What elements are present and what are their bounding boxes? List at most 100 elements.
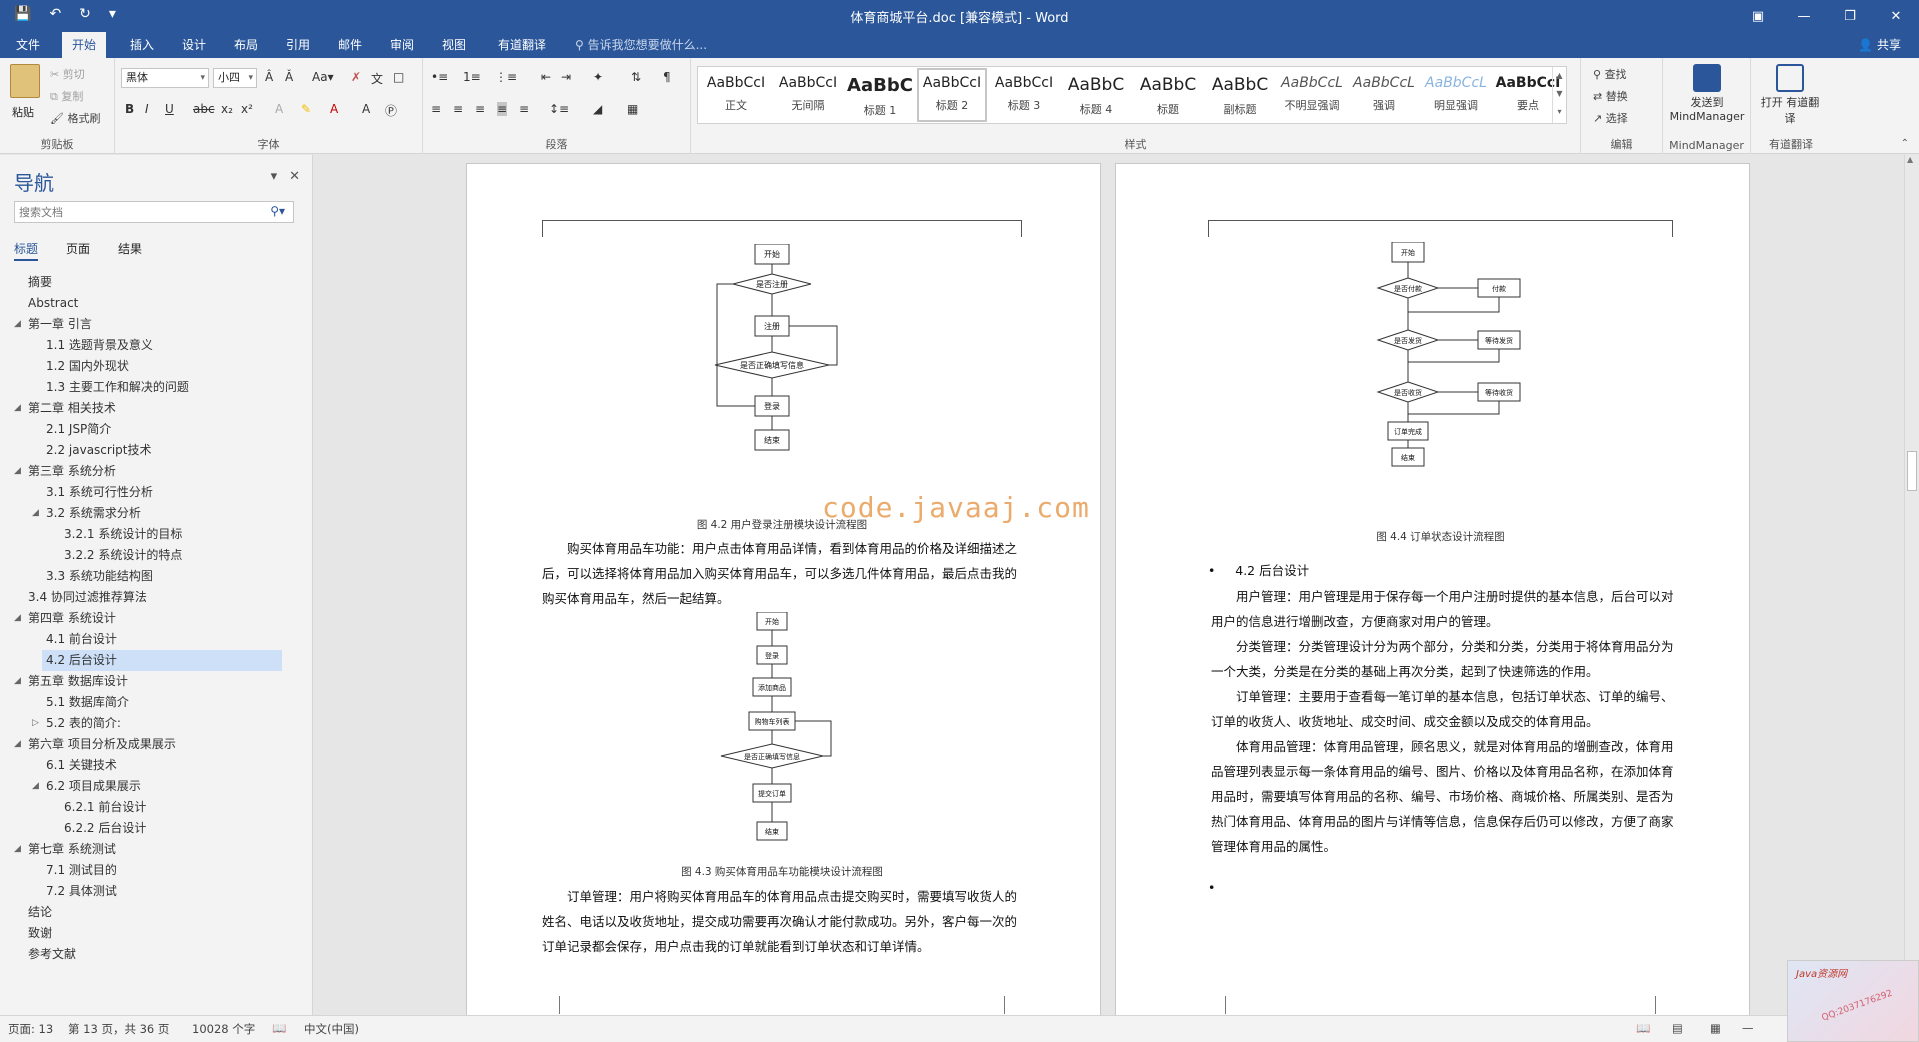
status-word-count[interactable]: 10028 个字	[192, 1021, 255, 1037]
nav-heading-item[interactable]: ◢ 6.2 项目成果展示	[0, 776, 300, 797]
nav-heading-item[interactable]: 3.4 协同过滤推荐算法	[0, 587, 300, 608]
clear-format-icon[interactable]: ✗	[351, 70, 361, 84]
subscript-icon[interactable]: x₂	[221, 102, 233, 116]
align-right-icon[interactable]: ≡	[475, 102, 485, 116]
increase-indent-icon[interactable]: ⇥	[561, 70, 571, 84]
collapse-triangle-icon[interactable]: ◢	[14, 461, 21, 482]
restore-button[interactable]: ❐	[1827, 0, 1873, 32]
paste-button[interactable]: 粘贴	[12, 104, 34, 120]
underline-icon[interactable]: U	[165, 102, 174, 116]
nav-heading-item[interactable]: ▷ 5.2 表的简介:	[0, 713, 300, 734]
tab-design[interactable]: 设计	[172, 32, 216, 58]
tab-youdao[interactable]: 有道翻译	[488, 32, 556, 58]
status-language[interactable]: 中文(中国)	[304, 1021, 359, 1037]
tab-layout[interactable]: 布局	[224, 32, 268, 58]
nav-heading-item[interactable]: 结论	[0, 902, 300, 923]
status-page-count[interactable]: 第 13 页，共 36 页	[68, 1021, 169, 1037]
proofing-icon[interactable]: 📖	[272, 1021, 286, 1035]
send-mindmanager-button[interactable]: 发送到 MindManager	[1665, 58, 1749, 123]
nav-search-input[interactable]	[15, 202, 245, 222]
style-emphasis[interactable]: AaBbCcL 强调	[1348, 67, 1420, 123]
tab-view[interactable]: 视图	[432, 32, 476, 58]
format-painter-button[interactable]: 🖌 格式刷	[50, 110, 100, 126]
read-mode-icon[interactable]: 📖	[1636, 1021, 1650, 1035]
nav-tab-headings[interactable]: 标题	[14, 240, 39, 261]
font-color-icon[interactable]: A	[330, 102, 338, 116]
styles-scroll[interactable]: ▲ ▼ ▾	[1552, 67, 1566, 123]
nav-tab-results[interactable]: 结果	[118, 240, 142, 261]
style-intense-emphasis[interactable]: AaBbCcL 明显强调	[1420, 67, 1492, 123]
justify-icon[interactable]: ≡	[497, 102, 508, 116]
grow-font-icon[interactable]: Â	[265, 70, 273, 84]
font-name-combo[interactable]: 黑体	[121, 68, 209, 88]
nav-heading-item[interactable]: 6.2.2 后台设计	[0, 818, 300, 839]
nav-heading-item[interactable]: 7.2 具体测试	[0, 881, 300, 902]
scroll-thumb[interactable]	[1907, 451, 1917, 491]
nav-heading-item[interactable]: 1.3 主要工作和解决的问题	[0, 377, 300, 398]
tab-home[interactable]: 开始	[62, 32, 107, 58]
superscript-icon[interactable]: x²	[241, 102, 253, 116]
shading-icon[interactable]: ◢	[593, 102, 602, 116]
find-button[interactable]: ⚲ 查找	[1593, 66, 1627, 82]
minimize-button[interactable]: —	[1781, 0, 1827, 32]
align-center-icon[interactable]: ≡	[453, 102, 463, 116]
nav-heading-item[interactable]: 5.1 数据库简介	[0, 692, 300, 713]
nav-options-icon[interactable]: ▾	[271, 169, 278, 184]
nav-heading-item[interactable]: ◢ 第二章 相关技术	[0, 398, 300, 419]
tab-insert[interactable]: 插入	[120, 32, 164, 58]
line-spacing-icon[interactable]: ↕≡	[549, 102, 569, 116]
borders-icon[interactable]: ▦	[627, 102, 638, 116]
style-heading-1[interactable]: AaBbC 标题 1	[844, 67, 916, 123]
numbering-icon[interactable]: 1≡	[463, 70, 481, 84]
nav-heading-item[interactable]: 1.2 国内外现状	[0, 356, 300, 377]
italic-icon[interactable]: I	[145, 102, 149, 116]
char-shading-icon[interactable]: A	[362, 102, 370, 116]
nav-heading-item[interactable]: 1.1 选题背景及意义	[0, 335, 300, 356]
copy-button[interactable]: ⧉ 复制	[50, 88, 83, 104]
nav-heading-item[interactable]: 3.2.2 系统设计的特点	[0, 545, 300, 566]
ribbon-display-icon[interactable]: ▣	[1735, 0, 1781, 32]
nav-heading-item[interactable]: 7.1 测试目的	[0, 860, 300, 881]
web-layout-icon[interactable]: ▦	[1710, 1021, 1721, 1035]
nav-heading-item[interactable]: 致谢	[0, 923, 300, 944]
open-youdao-button[interactable]: 打开 有道翻译	[1757, 58, 1823, 126]
status-page[interactable]: 页面: 13	[8, 1021, 53, 1037]
nav-heading-item[interactable]: ◢ 第四章 系统设计	[0, 608, 300, 629]
select-button[interactable]: ↗ 选择	[1593, 110, 1628, 126]
collapse-triangle-icon[interactable]: ◢	[32, 503, 39, 524]
highlight-icon[interactable]: ✎	[301, 102, 311, 116]
style-normal[interactable]: AaBbCcI 正文	[700, 67, 772, 123]
nav-heading-item[interactable]: ◢ 第一章 引言	[0, 314, 300, 335]
nav-heading-item[interactable]: 2.1 JSP简介	[0, 419, 300, 440]
cut-button[interactable]: ✂ 剪切	[50, 66, 85, 82]
paste-icon[interactable]	[10, 64, 40, 98]
nav-heading-item[interactable]: 4.2 后台设计	[0, 650, 300, 671]
nav-heading-item[interactable]: 3.2.1 系统设计的目标	[0, 524, 300, 545]
style-subtle-emphasis[interactable]: AaBbCcL 不明显强调	[1276, 67, 1348, 123]
distributed-icon[interactable]: ≡	[519, 102, 529, 116]
tab-review[interactable]: 审阅	[380, 32, 424, 58]
nav-heading-item[interactable]: 参考文献	[0, 944, 300, 965]
collapse-triangle-icon[interactable]: ◢	[14, 839, 21, 860]
zoom-out-icon[interactable]: —	[1742, 1021, 1754, 1035]
show-marks-icon[interactable]: ¶	[663, 70, 671, 84]
style-no-spacing[interactable]: AaBbCcI 无间隔	[772, 67, 844, 123]
style-heading-2[interactable]: AaBbCcI 标题 2	[916, 67, 988, 123]
search-icon[interactable]: ⚲▾	[270, 204, 285, 218]
style-subtitle[interactable]: AaBbC 副标题	[1204, 67, 1276, 123]
close-button[interactable]: ✕	[1873, 0, 1919, 32]
collapse-triangle-icon[interactable]: ◢	[14, 314, 21, 335]
char-border-icon[interactable]: □	[393, 70, 404, 84]
collapse-ribbon-icon[interactable]: ⌃	[1901, 138, 1909, 149]
nav-heading-item[interactable]: Abstract	[0, 293, 300, 314]
tell-me-box[interactable]: ⚲ 告诉我您想要做什么...	[575, 32, 707, 58]
shrink-font-icon[interactable]: Ǎ	[285, 70, 293, 84]
scroll-up-icon[interactable]: ▲	[1907, 155, 1913, 164]
nav-heading-item[interactable]: 6.2.1 前台设计	[0, 797, 300, 818]
collapse-triangle-icon[interactable]: ◢	[32, 776, 39, 797]
share-button[interactable]: 👤 共享	[1858, 32, 1901, 58]
nav-heading-item[interactable]: ◢ 第三章 系统分析	[0, 461, 300, 482]
collapse-triangle-icon[interactable]: ◢	[14, 671, 21, 692]
multilevel-list-icon[interactable]: ⋮≡	[495, 70, 517, 84]
nav-heading-item[interactable]: ◢ 3.2 系统需求分析	[0, 503, 300, 524]
